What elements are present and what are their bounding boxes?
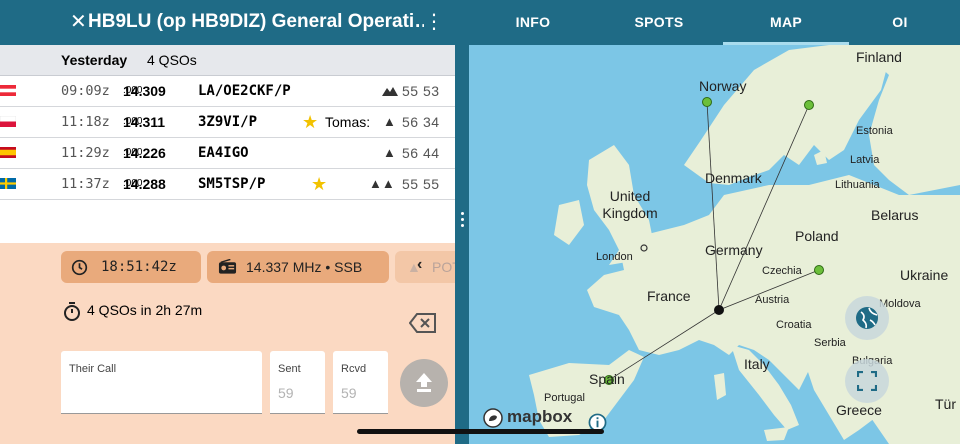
fit-bounds-button[interactable] [845,359,889,403]
their-call-label: Their Call [69,363,117,375]
star-icon: ★ [311,174,328,194]
pota-label: POT [432,259,455,275]
map-label: Greece [836,402,882,418]
map-label: London [596,251,633,263]
app-header: ✕ HB9LU (op HB9DIZ) General Operati… ⋮ I… [0,0,960,45]
qso-rst: 55 53 [402,83,440,99]
poland-flag-icon [0,115,17,128]
close-icon[interactable]: ✕ [70,9,87,35]
sent-label: Sent [278,363,301,375]
rcvd-rst-field[interactable]: Rcvd 59 [333,351,388,414]
radio-frequency-mode: 14.337 MHz • SSB [246,259,363,275]
day-qso-count: 4 QSOs [147,52,197,68]
qso-time: 11:37z [61,176,110,192]
map-label: Czechia [762,265,802,277]
tab-spots[interactable]: SPOTS [616,0,702,45]
austria-flag-icon [0,85,16,96]
mountain-icon [382,87,398,96]
tab-map[interactable]: MAP [723,0,849,45]
qso-row[interactable]: 11:37z 14.288.000 SM5TSP/P ★ ▲▲ 55 55 [0,169,455,200]
qso-callsign: SM5TSP/P [198,176,266,192]
clock-time: 18:51:42z [101,259,177,275]
log-qso-button[interactable] [400,359,448,407]
mapbox-attribution: mapbox [507,407,573,426]
qso-rst: 55 55 [402,176,440,192]
map-label: Tür [935,396,956,412]
qso-row[interactable]: 11:29z 14.226.000 EA4IGO ▲ 56 44 [0,138,455,169]
qso-time: 11:18z [61,114,110,130]
map-label: Croatia [776,319,812,331]
trees-icon: ▲▲ [369,176,395,191]
map-label: Lithuania [835,179,880,191]
clock-icon [71,259,88,276]
qso-callsign: LA/OE2CKF/P [198,83,291,99]
globe-icon [856,307,878,329]
radio-chip[interactable]: 14.337 MHz • SSB [207,251,389,283]
map-label: Estonia [856,125,893,137]
map-label: Italy [744,356,770,372]
qso-note: Tomas: [325,114,371,130]
home-indicator[interactable] [357,429,604,434]
sweden-flag-icon [0,178,16,189]
day-label: Yesterday [61,52,128,68]
log-pane: Yesterday 4 QSOs 09:09z 14.309.000 LA/OE… [0,45,455,444]
map-label: Latvia [850,154,880,166]
map-label: Denmark [705,170,762,186]
qso-rst: 56 34 [402,114,440,130]
clock-chip[interactable]: 18:51:42z [61,251,201,283]
qso-entry-panel: 18:51:42z 14.337 MHz • SSB ▲ POT ‹ 4 QSO… [0,243,455,444]
spain-flag-icon [0,147,16,158]
map-label: Poland [795,228,839,244]
qso-rst: 56 44 [402,145,440,161]
upload-icon [416,373,432,392]
qso-time: 09:09z [61,83,110,99]
map-label: Belarus [871,207,919,223]
session-summary: 4 QSOs in 2h 27m [87,302,203,318]
backspace-icon[interactable] [409,313,437,333]
sent-placeholder: 59 [278,385,294,401]
sent-rst-field[interactable]: Sent 59 [270,351,325,414]
tree-icon: ▲ [383,114,396,129]
map-label: Austria [755,294,790,306]
qso-callsign: 3Z9VI/P [198,114,258,130]
their-call-field[interactable]: Their Call [61,351,262,414]
fullscreen-icon [857,371,877,391]
star-icon: ★ [302,112,319,132]
tab-info[interactable]: INFO [490,0,576,45]
pota-chip[interactable]: ▲ POT ‹ [395,251,455,283]
tab-overflow[interactable]: OI [880,0,920,45]
mapbox-icon [483,408,503,428]
qso-row[interactable]: 11:18z 14.311.000 3Z9VI/P ★ Tomas: ▲ 56 … [0,107,455,138]
tree-icon: ▲ [383,145,396,160]
map-label: Germany [705,242,763,258]
radio-icon [218,259,237,274]
rcvd-placeholder: 59 [341,385,357,401]
qso-time: 11:29z [61,145,110,161]
globe-button[interactable] [845,296,889,340]
map-view[interactable]: Finland Norway Estonia Latvia Lithuania … [469,45,960,444]
map-label: Norway [699,78,747,94]
timer-icon [64,302,80,321]
chevron-left-icon[interactable]: ‹ [417,251,422,281]
rcvd-label: Rcvd [341,363,367,375]
map-label: Serbia [814,337,846,349]
qso-row[interactable]: 09:09z 14.309.000 LA/OE2CKF/P 55 53 [0,76,455,107]
map-label: Spain [589,371,625,387]
map-label: Ukraine [900,267,949,283]
more-vertical-icon[interactable]: ⋮ [424,10,444,34]
map-label: United Kingdom [602,188,658,221]
day-header: Yesterday 4 QSOs [0,45,455,76]
map-label: Portugal [544,392,585,404]
map-label: France [647,288,691,304]
qso-callsign: EA4IGO [198,145,249,161]
split-divider[interactable] [455,45,469,444]
operation-title: HB9LU (op HB9DIZ) General Operati… [88,11,424,32]
map-label: Finland [856,49,902,65]
